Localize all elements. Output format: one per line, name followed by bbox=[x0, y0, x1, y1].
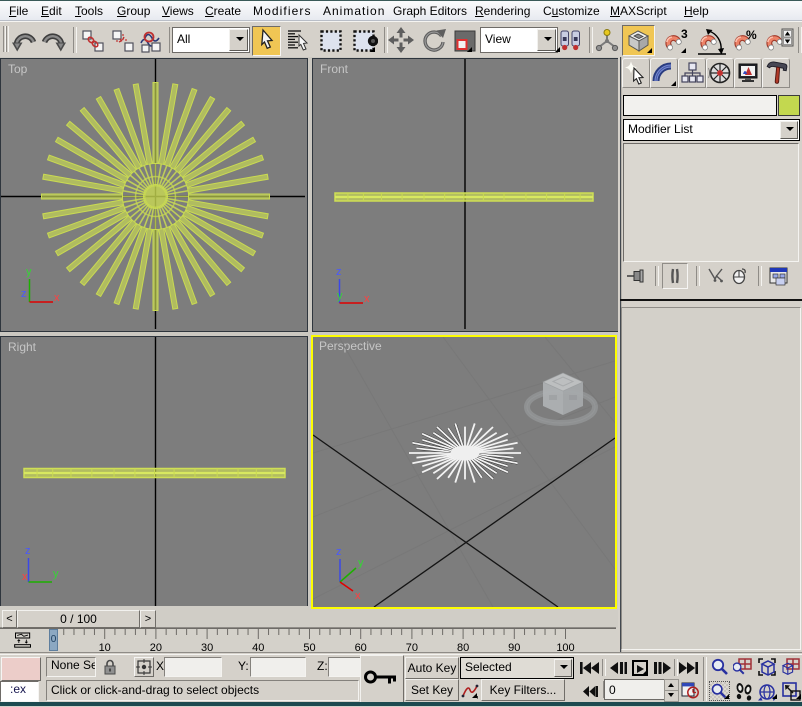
svg-text:y: y bbox=[26, 266, 32, 278]
svg-text:70: 70 bbox=[406, 642, 418, 652]
svg-text:y: y bbox=[53, 568, 59, 580]
svg-text:40: 40 bbox=[252, 642, 264, 652]
svg-text:50: 50 bbox=[303, 642, 315, 652]
svg-text:z: z bbox=[25, 545, 31, 557]
svg-text:z: z bbox=[336, 546, 342, 558]
svg-text:y: y bbox=[337, 290, 343, 302]
svg-text:90: 90 bbox=[508, 642, 520, 652]
svg-text:60: 60 bbox=[355, 642, 367, 652]
svg-text:20: 20 bbox=[150, 642, 162, 652]
svg-text:%: % bbox=[746, 28, 757, 42]
svg-text:x: x bbox=[22, 571, 28, 583]
svg-text:z: z bbox=[21, 288, 27, 300]
svg-text:80: 80 bbox=[457, 642, 469, 652]
svg-text:10: 10 bbox=[99, 642, 111, 652]
svg-text:30: 30 bbox=[201, 642, 213, 652]
svg-text:y: y bbox=[358, 557, 364, 569]
svg-text:x: x bbox=[364, 293, 370, 305]
svg-text:3: 3 bbox=[681, 28, 688, 41]
svg-text:x: x bbox=[355, 590, 361, 602]
svg-text:z: z bbox=[336, 266, 342, 278]
svg-text:100: 100 bbox=[556, 642, 574, 652]
svg-text:x: x bbox=[54, 292, 60, 304]
